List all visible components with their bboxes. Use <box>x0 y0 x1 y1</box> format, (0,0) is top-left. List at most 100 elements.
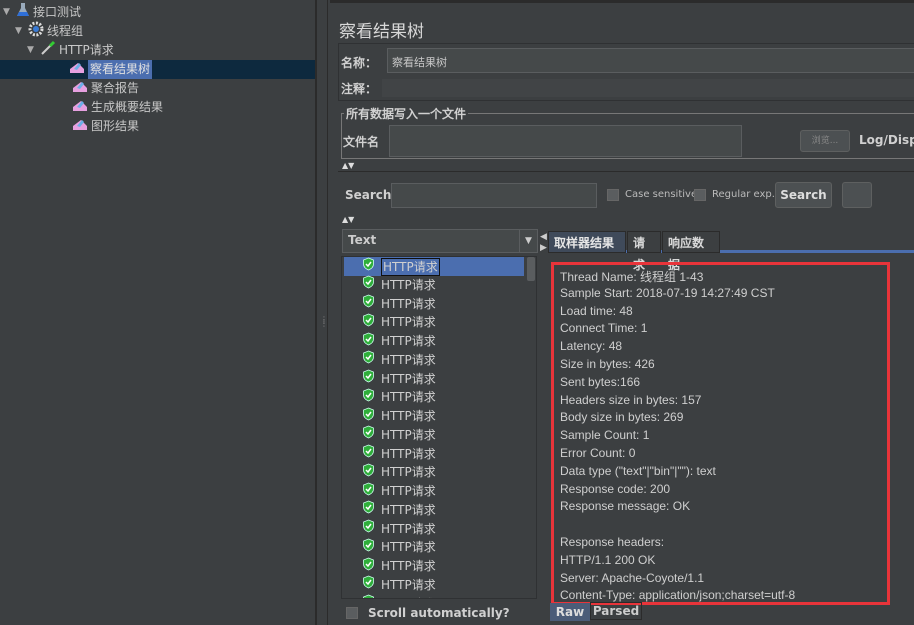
success-shield-icon <box>362 257 375 277</box>
list-item[interactable]: HTTP请求 <box>344 557 524 576</box>
result-tabs: 取样器结果 请求 响应数据 <box>548 231 914 272</box>
list-item[interactable]: HTTP请求 <box>344 425 524 445</box>
tree-node-label: 线程组 <box>47 24 84 38</box>
list-item-label: HTTP请求 <box>381 315 436 330</box>
pipette-icon <box>40 40 56 62</box>
comment-input[interactable] <box>382 79 914 97</box>
detail-line: Load time: 48 <box>560 303 633 318</box>
detail-line: Sample Count: 1 <box>560 428 650 443</box>
log-display-label: Log/Displa <box>859 133 914 147</box>
tab-0[interactable]: 取样器结果 <box>548 231 626 253</box>
case-sensitive-checkbox[interactable] <box>607 189 619 201</box>
comment-label: 注释： <box>341 82 378 96</box>
file-name-label: 文件名 <box>343 135 380 149</box>
list-item[interactable]: HTTP请求 <box>344 500 524 520</box>
list-item-label: HTTP请求 <box>381 502 436 517</box>
success-shield-icon <box>362 538 375 558</box>
list-item[interactable]: HTTP请求 <box>344 257 524 276</box>
tree-node[interactable]: ▼ 线程组 <box>0 21 84 41</box>
list-item[interactable]: HTTP请求 <box>344 407 524 426</box>
list-item-label: HTTP请求 <box>381 371 436 386</box>
list-item[interactable]: HTTP请求 <box>344 463 524 482</box>
detail-line: HTTP/1.1 200 OK <box>560 552 656 567</box>
success-shield-icon <box>362 388 375 408</box>
expand-toggle-icon[interactable]: ▼ <box>3 3 13 22</box>
success-shield-icon <box>362 332 375 352</box>
detail-line: Sent bytes:166 <box>560 374 641 389</box>
file-name-input[interactable] <box>389 125 742 157</box>
renderer-select[interactable]: Text ▼ <box>342 229 538 253</box>
tree-node-label: HTTP请求 <box>59 43 114 57</box>
tree-node[interactable]: 图形结果 <box>10 117 139 136</box>
detail-line: Sample Start: 2018-07-19 14:27:49 CST <box>560 285 775 300</box>
list-item[interactable]: HTTP请求 <box>344 332 524 351</box>
search-label: Search: <box>345 188 397 202</box>
tree-node[interactable]: ▼ HTTP请求 <box>0 40 114 62</box>
list-item[interactable]: HTTP请求 <box>344 294 524 314</box>
list-item-label: HTTP请求 <box>381 540 436 555</box>
collapse-arrows-icon[interactable]: ▲▼ <box>342 215 354 224</box>
scrollbar-thumb[interactable] <box>527 257 535 281</box>
name-input[interactable]: 察看结果树 <box>387 48 914 73</box>
test-plan-tree[interactable]: ▼ 接口测试 ▼ 线程组 ▼ HTTP请求 察看结果树 聚合报告 生成概要结果 图形结果 <box>0 0 316 625</box>
detail-line: Data type ("text"|"bin"|""): text <box>560 463 716 478</box>
scroll-auto-checkbox[interactable] <box>346 607 358 619</box>
list-item[interactable]: HTTP请求 <box>344 538 524 557</box>
list-item[interactable]: HTTP请求 <box>344 350 524 370</box>
list-item-label: HTTP请求 <box>381 521 436 536</box>
reset-button[interactable] <box>842 182 872 208</box>
success-shield-icon <box>362 294 375 314</box>
listener-chart-icon <box>72 98 88 118</box>
success-shield-icon <box>362 444 375 464</box>
tab-1[interactable]: 请求 <box>627 231 661 272</box>
list-item[interactable]: HTTP请求 <box>344 519 524 539</box>
list-item[interactable]: HTTP请求 <box>344 388 524 407</box>
tree-node[interactable]: 生成概要结果 <box>10 98 163 117</box>
tab-2[interactable]: 响应数据 <box>662 231 720 272</box>
scroll-auto-label: Scroll automatically? <box>368 606 510 620</box>
tab-parsed[interactable]: Parsed <box>590 602 642 620</box>
regex-checkbox[interactable] <box>694 189 706 201</box>
listener-chart-icon <box>72 79 88 99</box>
success-shield-icon <box>362 519 375 539</box>
detail-line: Connect Time: 1 <box>560 321 648 336</box>
list-item[interactable]: HTTP请求 <box>344 275 524 295</box>
search-button[interactable]: Search <box>775 182 832 208</box>
list-item-label: HTTP请求 <box>381 427 436 442</box>
list-item-label: HTTP请求 <box>381 595 436 599</box>
tree-node[interactable]: 察看结果树 <box>0 60 315 79</box>
expand-toggle-icon[interactable]: ▼ <box>15 22 25 41</box>
detail-line: Latency: 48 <box>560 339 623 354</box>
success-shield-icon <box>362 407 375 427</box>
list-item-label: HTTP请求 <box>381 390 436 405</box>
results-list[interactable]: HTTP请求 HTTP请求 HTTP请求 HTTP请求 HTTP请求 HTTP请求 HTTP… <box>341 256 537 599</box>
list-item[interactable]: HTTP请求 <box>344 369 524 389</box>
list-item[interactable]: HTTP请求 <box>344 482 524 501</box>
list-item-label: HTTP请求 <box>381 352 436 367</box>
chevron-down-icon[interactable]: ▼ <box>519 230 537 252</box>
list-item[interactable]: HTTP请求 <box>344 444 524 464</box>
list-item-label: HTTP请求 <box>381 296 436 311</box>
splitter-handle[interactable]: ⋮ ⋮ <box>316 0 328 625</box>
list-item[interactable]: HTTP请求 <box>344 575 524 595</box>
tree-node[interactable]: 聚合报告 <box>10 79 139 98</box>
search-input[interactable] <box>391 183 597 208</box>
name-label: 名称： <box>341 56 378 70</box>
tree-node[interactable]: ▼ 接口测试 <box>0 2 81 22</box>
detail-line: Thread Name: 线程组 1-43 <box>560 270 704 284</box>
tab-raw[interactable]: Raw <box>550 603 590 621</box>
list-item-label: HTTP请求 <box>381 577 436 592</box>
page-title: 察看结果树 <box>339 22 424 42</box>
expand-toggle-icon[interactable]: ▼ <box>27 41 37 60</box>
view-results-tree-panel: 察看结果树 名称： 察看结果树 注释： 所有数据写入一个文件 文件名 浏览...… <box>330 0 914 625</box>
success-shield-icon <box>362 500 375 520</box>
list-item-label: HTTP请求 <box>381 446 436 461</box>
grip-icon: ⋮ ⋮ <box>320 315 328 328</box>
success-shield-icon <box>362 594 375 598</box>
list-item[interactable]: HTTP请求 <box>344 313 524 332</box>
tree-node-label: 图形结果 <box>91 119 140 133</box>
collapse-arrows-icon[interactable]: ▲▼ <box>342 161 354 170</box>
list-item[interactable]: HTTP请求 <box>344 594 524 599</box>
browse-button[interactable]: 浏览... <box>800 130 850 152</box>
splitter-arrows-icon[interactable]: ◀ ▶ <box>540 232 547 254</box>
